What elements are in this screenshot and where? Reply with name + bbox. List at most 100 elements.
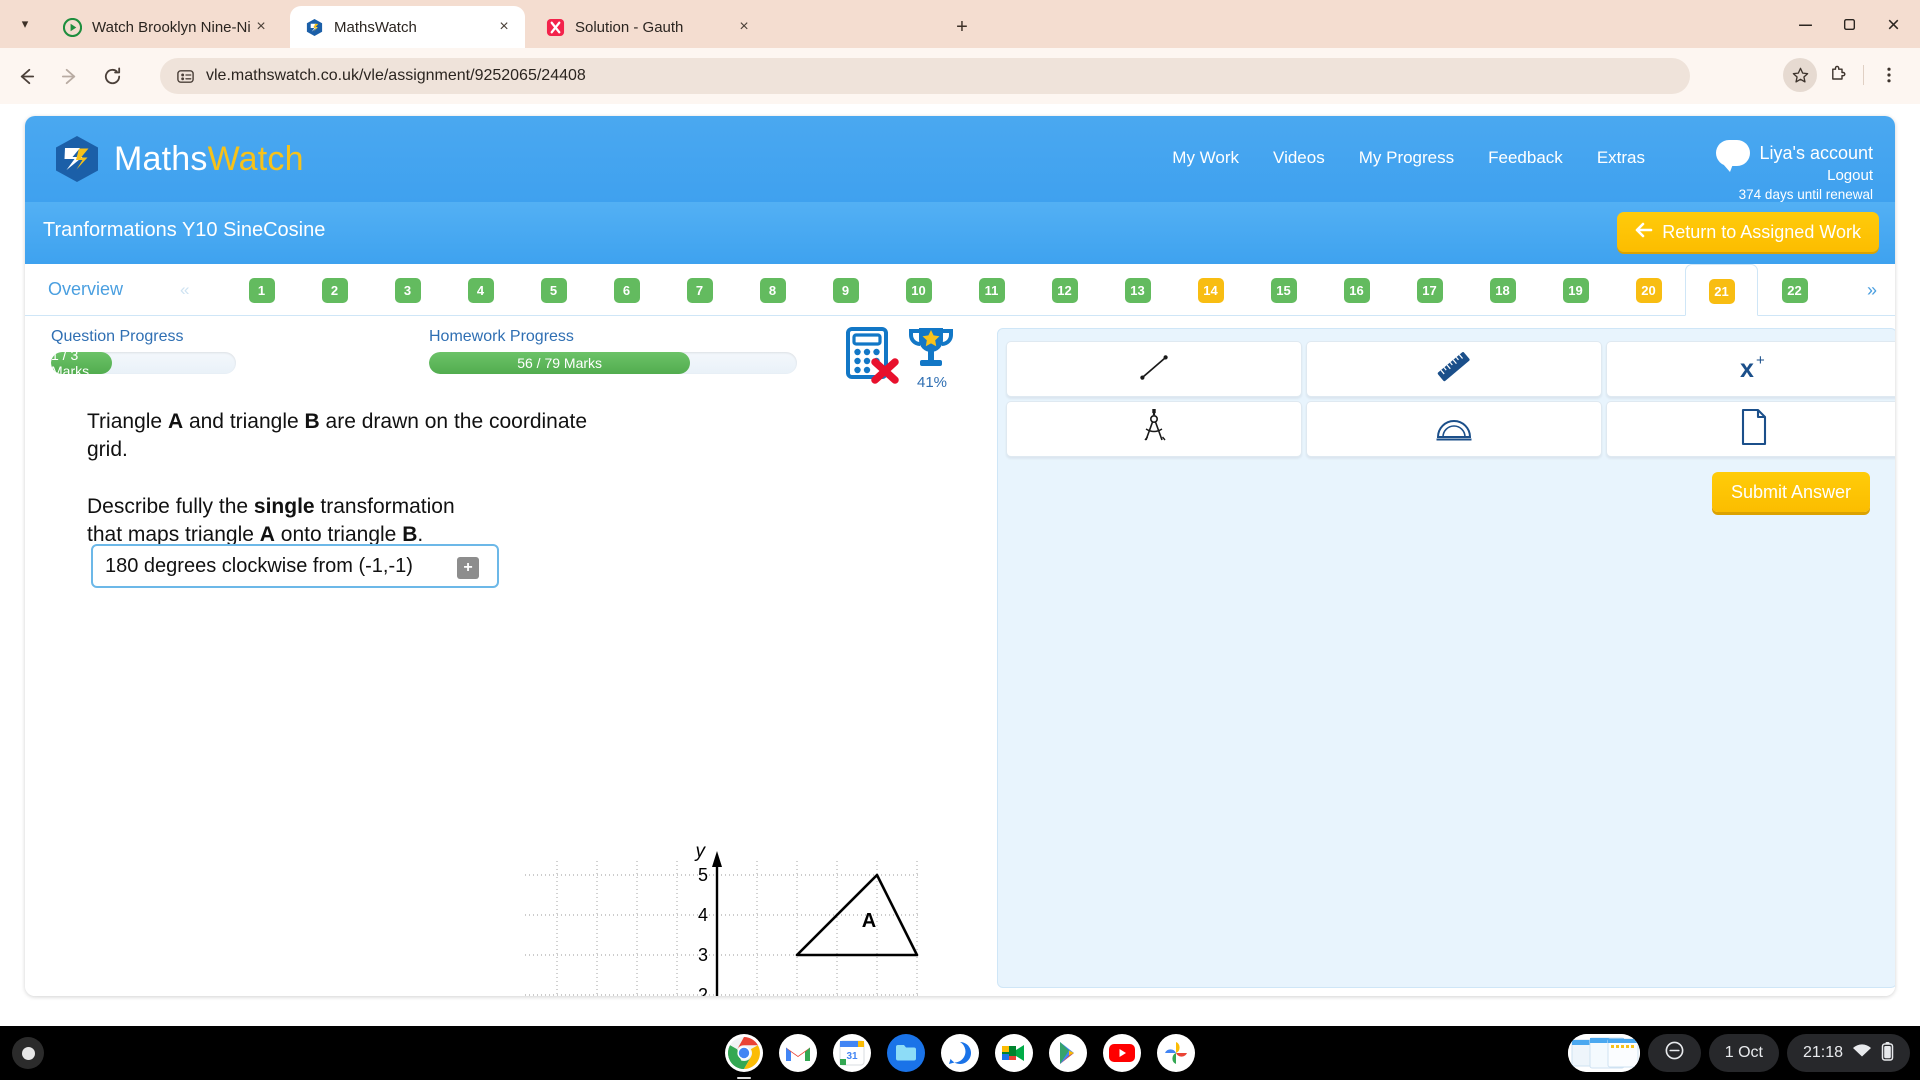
- question-line-1: Triangle A and triangle B are drawn on t…: [87, 410, 588, 462]
- minimize-icon[interactable]: [1784, 8, 1826, 40]
- chevron-left-icon[interactable]: «: [180, 280, 189, 300]
- question-tab-21[interactable]: 21: [1685, 264, 1758, 316]
- answer-input[interactable]: 180 degrees clockwise from (-1,-1) +: [91, 544, 499, 588]
- do-not-disturb-button[interactable]: [1647, 1034, 1701, 1072]
- question-tab-5[interactable]: 5: [517, 264, 590, 316]
- question-tab-number: 4: [467, 278, 494, 303]
- window-preview-thumbnail[interactable]: [1567, 1034, 1640, 1072]
- shelf-app-meet[interactable]: [995, 1034, 1033, 1072]
- logout-link[interactable]: Logout: [1716, 167, 1873, 184]
- question-tab-13[interactable]: 13: [1101, 264, 1174, 316]
- question-tab-15[interactable]: 15: [1247, 264, 1320, 316]
- date-button[interactable]: 1 Oct: [1708, 1034, 1779, 1072]
- new-tab-button[interactable]: +: [948, 13, 976, 41]
- launcher-button[interactable]: [12, 1037, 44, 1069]
- question-tab-12[interactable]: 12: [1028, 264, 1101, 316]
- shelf-app-photos[interactable]: [1157, 1034, 1195, 1072]
- close-window-icon[interactable]: [1872, 8, 1914, 40]
- return-button-label: Return to Assigned Work: [1662, 221, 1861, 242]
- bookmark-star-icon[interactable]: [1783, 58, 1817, 92]
- question-tab-7[interactable]: 7: [663, 264, 736, 316]
- nav-my-work[interactable]: My Work: [1172, 148, 1239, 168]
- chevron-right-icon[interactable]: »: [1867, 280, 1877, 301]
- mathswatch-hex-icon: [52, 134, 102, 184]
- browser-toolbar: vle.mathswatch.co.uk/vle/assignment/9252…: [0, 48, 1920, 104]
- site-logo[interactable]: MathsWatch: [52, 134, 304, 184]
- question-tab-20[interactable]: 20: [1612, 264, 1685, 316]
- reload-button[interactable]: [95, 59, 129, 93]
- superscript-x-plus-icon: x +: [1732, 351, 1776, 388]
- question-tab-4[interactable]: 4: [444, 264, 517, 316]
- address-bar[interactable]: vle.mathswatch.co.uk/vle/assignment/9252…: [160, 58, 1690, 94]
- page-viewport: MathsWatch My Work Videos My Progress Fe…: [0, 104, 1920, 1026]
- shelf-app-chrome[interactable]: [725, 1034, 763, 1079]
- chromeos-screen: ▾ Watch Brooklyn Nine-Nine Seas × MathsW…: [0, 0, 1920, 1080]
- question-tab-6[interactable]: 6: [590, 264, 663, 316]
- question-tab-16[interactable]: 16: [1320, 264, 1393, 316]
- question-tab-number: 6: [613, 278, 640, 303]
- question-tab-9[interactable]: 9: [809, 264, 882, 316]
- play-video-icon: [62, 17, 82, 37]
- overview-link[interactable]: Overview: [48, 279, 123, 300]
- forward-button[interactable]: [52, 59, 86, 93]
- site-header: MathsWatch My Work Videos My Progress Fe…: [25, 116, 1895, 202]
- homework-progress-fill: 56 / 79 Marks: [429, 352, 691, 374]
- browser-tab-2[interactable]: Solution - Gauth ×: [531, 6, 765, 48]
- close-icon[interactable]: ×: [733, 16, 755, 38]
- question-tab-18[interactable]: 18: [1466, 264, 1539, 316]
- back-button[interactable]: [9, 59, 43, 93]
- svg-text:3: 3: [698, 945, 708, 965]
- question-tab-11[interactable]: 11: [955, 264, 1028, 316]
- question-tab-17[interactable]: 17: [1393, 264, 1466, 316]
- shelf-app-youtube[interactable]: [1103, 1034, 1141, 1072]
- chrome-menu-icon[interactable]: [1872, 58, 1906, 92]
- shelf-app-play-store[interactable]: [1049, 1034, 1087, 1072]
- question-tab-3[interactable]: 3: [371, 264, 444, 316]
- page-tool-button[interactable]: [1606, 401, 1895, 457]
- tab-strip: ▾ Watch Brooklyn Nine-Nine Seas × MathsW…: [0, 0, 1920, 48]
- question-tab-14[interactable]: 14: [1174, 264, 1247, 316]
- nav-videos[interactable]: Videos: [1273, 148, 1325, 168]
- browser-tab-0[interactable]: Watch Brooklyn Nine-Nine Seas ×: [48, 6, 282, 48]
- browser-tab-1[interactable]: MathsWatch ×: [290, 6, 525, 48]
- question-tab-19[interactable]: 19: [1539, 264, 1612, 316]
- superscript-tool-button[interactable]: x +: [1606, 341, 1895, 397]
- homework-progress: Homework Progress 56 / 79 Marks: [429, 328, 797, 374]
- nav-my-progress[interactable]: My Progress: [1359, 148, 1454, 168]
- question-tab-1[interactable]: 1: [225, 264, 298, 316]
- maximize-icon[interactable]: [1828, 8, 1870, 40]
- shelf-app-chat[interactable]: [941, 1034, 979, 1072]
- status-area-button[interactable]: 21:18: [1786, 1034, 1910, 1072]
- question-tab-number: 11: [978, 278, 1005, 303]
- badge-block: 41%: [845, 322, 965, 394]
- site-settings-icon[interactable]: [174, 65, 196, 87]
- nav-feedback[interactable]: Feedback: [1488, 148, 1563, 168]
- line-tool-button[interactable]: [1006, 341, 1302, 397]
- submit-answer-button[interactable]: Submit Answer: [1711, 472, 1870, 512]
- question-tab-number: 22: [1781, 278, 1808, 303]
- question-tab-10[interactable]: 10: [882, 264, 955, 316]
- return-to-assigned-work-button[interactable]: Return to Assigned Work: [1617, 212, 1879, 252]
- mathswatch-icon: [304, 17, 324, 37]
- question-tab-8[interactable]: 8: [736, 264, 809, 316]
- tool-grid: x +: [1006, 341, 1895, 457]
- shelf-app-files[interactable]: [887, 1034, 925, 1072]
- ruler-tool-button[interactable]: [1306, 341, 1602, 397]
- extensions-icon[interactable]: [1821, 58, 1855, 92]
- compass-tool-button[interactable]: [1006, 401, 1302, 457]
- tab-search-icon[interactable]: ▾: [8, 8, 42, 40]
- add-symbol-button[interactable]: +: [457, 557, 479, 579]
- question-tab-2[interactable]: 2: [298, 264, 371, 316]
- question-tab-22[interactable]: 22: [1758, 264, 1831, 316]
- shelf-app-calendar[interactable]: 31: [833, 1034, 871, 1072]
- mathswatch-app: MathsWatch My Work Videos My Progress Fe…: [25, 116, 1895, 996]
- question-tab-number: 9: [832, 278, 859, 303]
- nav-extras[interactable]: Extras: [1597, 148, 1645, 168]
- close-icon[interactable]: ×: [250, 16, 272, 38]
- close-icon[interactable]: ×: [493, 16, 515, 38]
- logo-maths: Maths: [114, 139, 208, 178]
- account-name[interactable]: Liya's account: [1759, 143, 1873, 164]
- shelf-app-gmail[interactable]: [779, 1034, 817, 1072]
- compass-icon: [1136, 407, 1172, 452]
- protractor-tool-button[interactable]: [1306, 401, 1602, 457]
